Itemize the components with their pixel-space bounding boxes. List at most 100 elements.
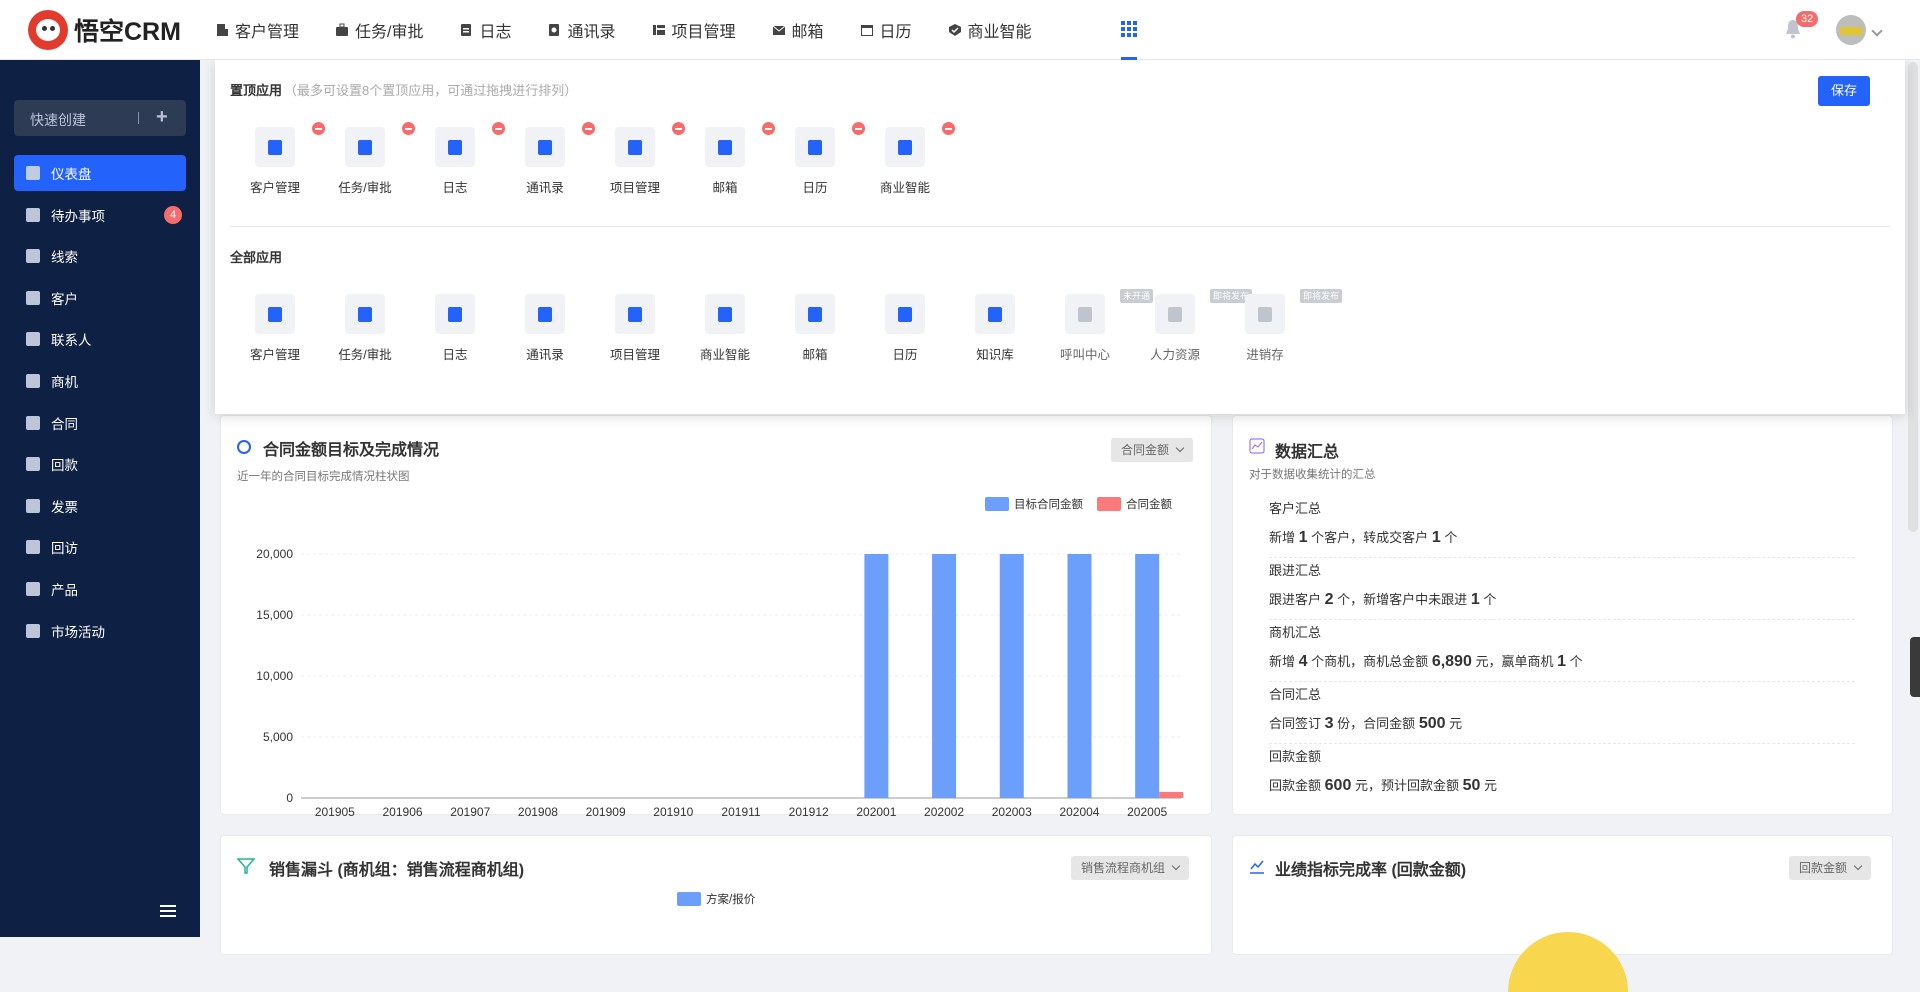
app-knowledge[interactable]: 知识库 — [950, 294, 1040, 363]
app-project[interactable]: 项目管理 — [590, 294, 680, 363]
logo[interactable]: 悟空CRM — [28, 10, 181, 50]
plus-icon[interactable]: + — [156, 106, 168, 128]
page-scrollbar[interactable] — [1908, 62, 1918, 532]
pinned-app-bi[interactable]: 商业智能 — [860, 122, 955, 196]
contract-bar-chart: 20,000 15,000 10,000 5,000 0 201905 201906 2019… — [256, 547, 1184, 816]
phone-book-icon — [538, 306, 552, 322]
divider — [138, 112, 139, 124]
sidebar-item-marketing[interactable]: 市场活动 — [14, 613, 186, 649]
nav-mailbox[interactable]: 邮箱 — [772, 0, 824, 60]
building-icon — [268, 139, 282, 155]
y-tick-label: 15,000 — [256, 608, 293, 622]
kanban-icon — [628, 306, 642, 322]
sidebar-item-invoices[interactable]: 发票 — [14, 488, 186, 524]
kpi-select[interactable]: 回款金额 — [1789, 856, 1872, 880]
sidebar-item-customers[interactable]: 客户 — [14, 280, 186, 316]
funnel-legend: 方案/报价 — [677, 891, 755, 907]
app-log[interactable]: 日志 — [410, 294, 500, 363]
bar-target — [932, 554, 957, 798]
x-tick-label: 202005 — [1127, 805, 1167, 816]
nav-label: 日志 — [479, 24, 512, 41]
side-handle[interactable] — [1910, 637, 1920, 697]
nav-customer-management[interactable]: 客户管理 — [215, 0, 299, 60]
remove-icon[interactable] — [942, 122, 955, 135]
summary-title: 回款金额 — [1269, 749, 1322, 764]
nav-contacts[interactable]: 通讯录 — [547, 0, 616, 60]
kpi-chart-icon — [1250, 860, 1264, 874]
phone-icon — [1078, 306, 1092, 322]
nav-label: 项目管理 — [671, 24, 736, 41]
y-tick-label: 20,000 — [256, 547, 293, 561]
contract-target-card: 合同金额目标及完成情况 近一年的合同目标完成情况柱状图 合同金额 目标合同金额 … — [220, 415, 1212, 816]
chevron-down-icon[interactable] — [1871, 25, 1883, 37]
pinned-apps-title: 置顶应用 （最多可设置8个置顶应用，可通过拖拽进行排列） — [230, 83, 578, 98]
nav-label: 客户管理 — [235, 24, 300, 41]
building-icon — [26, 290, 40, 305]
pinned-app-mail[interactable]: 邮箱 — [680, 122, 775, 196]
book-icon — [988, 306, 1002, 322]
pinned-app-task[interactable]: 任务/审批 — [320, 122, 415, 196]
summary-title: 跟进汇总 — [1269, 563, 1322, 578]
sidebar-item-label: 市场活动 — [51, 624, 105, 640]
nav-business-intelligence[interactable]: 商业智能 — [948, 0, 1032, 60]
nav-calendar[interactable]: 日历 — [860, 0, 912, 60]
invoice-icon — [26, 498, 40, 513]
sidebar-item-dashboard[interactable]: 仪表盘 — [14, 155, 186, 191]
nav-label: 任务/审批 — [355, 24, 424, 41]
nav-task-approval[interactable]: 任务/审批 — [335, 0, 423, 60]
card-title: 销售漏斗 (商机组：销售流程商机组) — [269, 862, 525, 879]
nav-project-management[interactable]: 项目管理 — [652, 0, 736, 60]
quick-create-button[interactable]: 快速创建 + — [14, 100, 186, 136]
x-tick-label: 201907 — [450, 805, 490, 816]
mail-icon — [718, 139, 732, 155]
briefcase-icon — [358, 139, 372, 155]
briefcase-icon — [358, 306, 372, 322]
avatar[interactable] — [1836, 15, 1866, 45]
dollar-icon — [26, 373, 40, 388]
pinned-app-log[interactable]: 日志 — [410, 122, 505, 196]
coming-soon-tag: 即将发布 — [1300, 289, 1343, 303]
leads-icon — [26, 249, 40, 264]
pinned-app-project[interactable]: 项目管理 — [590, 122, 685, 196]
sidebar-item-todo[interactable]: 待办事项 4 — [14, 197, 186, 233]
sidebar-menu: 仪表盘 待办事项 4 线索 客户 联系人 商机 合同 回款 发票 回访 产品 市场… — [14, 155, 186, 654]
sidebar-item-contacts[interactable]: 联系人 — [14, 321, 186, 357]
nav-log[interactable]: 日志 — [459, 0, 511, 60]
home-icon — [26, 540, 40, 555]
app-grid-button[interactable] — [1121, 0, 1137, 60]
brand-name: 悟空CRM — [74, 18, 181, 46]
x-tick-label: 201910 — [653, 805, 693, 816]
kpi-card: 业绩指标完成率 (回款金额) 回款金额 — [1232, 835, 1893, 992]
monkey-logo-icon — [28, 10, 68, 50]
mail-icon — [772, 23, 786, 37]
sidebar-item-visits[interactable]: 回访 — [14, 529, 186, 565]
summary-value: 回款金额 600 元，预计回款金额 50 元 — [1269, 777, 1498, 794]
phone-book-icon — [547, 23, 561, 37]
x-tick-label: 201905 — [315, 805, 355, 816]
sidebar-item-contracts[interactable]: 合同 — [14, 405, 186, 441]
app-dropdown-panel: 置顶应用 （最多可设置8个置顶应用，可通过拖拽进行排列） 保存 客户管理 任务/审… — [215, 60, 1905, 414]
contract-amount-select[interactable]: 合同金额 — [1111, 438, 1194, 462]
sidebar-item-leads[interactable]: 线索 — [14, 238, 186, 274]
app-customer[interactable]: 客户管理 — [230, 294, 320, 363]
card-title: 业绩指标完成率 (回款金额) — [1275, 862, 1467, 879]
app-contacts[interactable]: 通讯录 — [500, 294, 590, 363]
save-button[interactable]: 保存 — [1818, 76, 1870, 106]
funnel-group-select[interactable]: 销售流程商机组 — [1071, 856, 1190, 880]
sidebar-item-opportunities[interactable]: 商机 — [14, 363, 186, 399]
sidebar-item-receivables[interactable]: 回款 — [14, 446, 186, 482]
app-task[interactable]: 任务/审批 — [320, 294, 410, 363]
sidebar-item-products[interactable]: 产品 — [14, 571, 186, 607]
app-calendar[interactable]: 日历 — [860, 294, 950, 363]
pinned-app-contacts[interactable]: 通讯录 — [500, 122, 595, 196]
phone-book-icon — [538, 139, 552, 155]
app-bi[interactable]: 商业智能 — [680, 294, 770, 363]
collapse-sidebar-icon[interactable] — [160, 905, 180, 919]
nav-label: 商业智能 — [967, 24, 1032, 41]
sidebar-item-label: 产品 — [51, 582, 78, 598]
app-mail[interactable]: 邮箱 — [770, 294, 860, 363]
pinned-app-customer[interactable]: 客户管理 — [230, 122, 325, 196]
calendar-icon — [860, 23, 874, 37]
sidebar: 快速创建 + 仪表盘 待办事项 4 线索 客户 联系人 商机 合同 回款 发票 回… — [0, 60, 200, 937]
pinned-app-calendar[interactable]: 日历 — [770, 122, 865, 196]
